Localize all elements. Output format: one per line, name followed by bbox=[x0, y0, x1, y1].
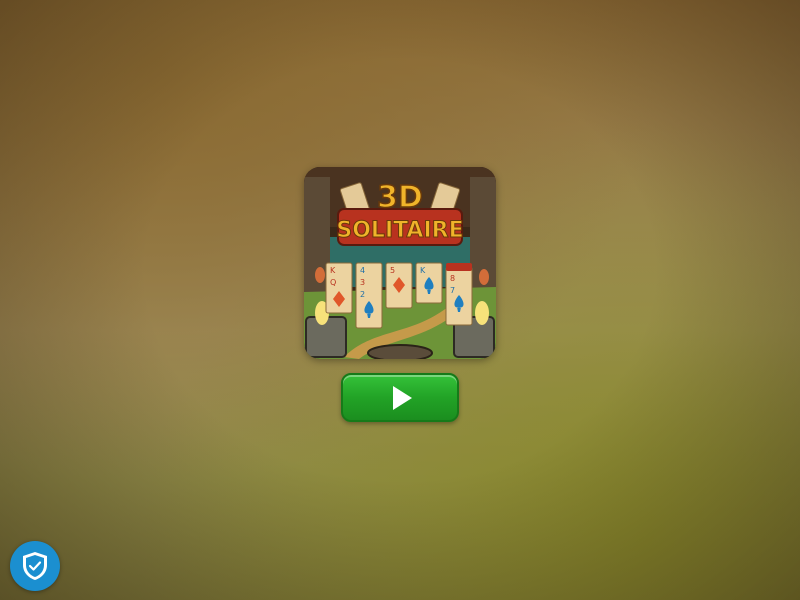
svg-text:7: 7 bbox=[450, 286, 455, 295]
svg-text:8: 8 bbox=[450, 274, 455, 283]
game-thumbnail[interactable]: K Q 4 3 2 5 K 8 7 3D SOLITAIRE bbox=[304, 167, 496, 359]
svg-text:K: K bbox=[330, 266, 336, 275]
svg-text:3: 3 bbox=[360, 278, 365, 287]
svg-text:4: 4 bbox=[360, 266, 365, 275]
svg-text:5: 5 bbox=[390, 266, 395, 275]
svg-text:2: 2 bbox=[360, 290, 365, 299]
play-icon bbox=[392, 385, 412, 410]
logo-line-1: 3D bbox=[377, 180, 423, 215]
svg-text:K: K bbox=[420, 266, 426, 275]
game-thumbnail-art: K Q 4 3 2 5 K 8 7 3D SOLITAIRE bbox=[304, 167, 496, 359]
logo-line-2: SOLITAIRE bbox=[336, 218, 463, 243]
svg-text:Q: Q bbox=[330, 278, 336, 287]
privacy-shield-button[interactable] bbox=[10, 541, 60, 591]
play-button[interactable] bbox=[341, 373, 459, 422]
game-launch-screen: K Q 4 3 2 5 K 8 7 3D SOLITAIRE bbox=[0, 0, 800, 600]
shield-check-icon bbox=[23, 552, 47, 580]
